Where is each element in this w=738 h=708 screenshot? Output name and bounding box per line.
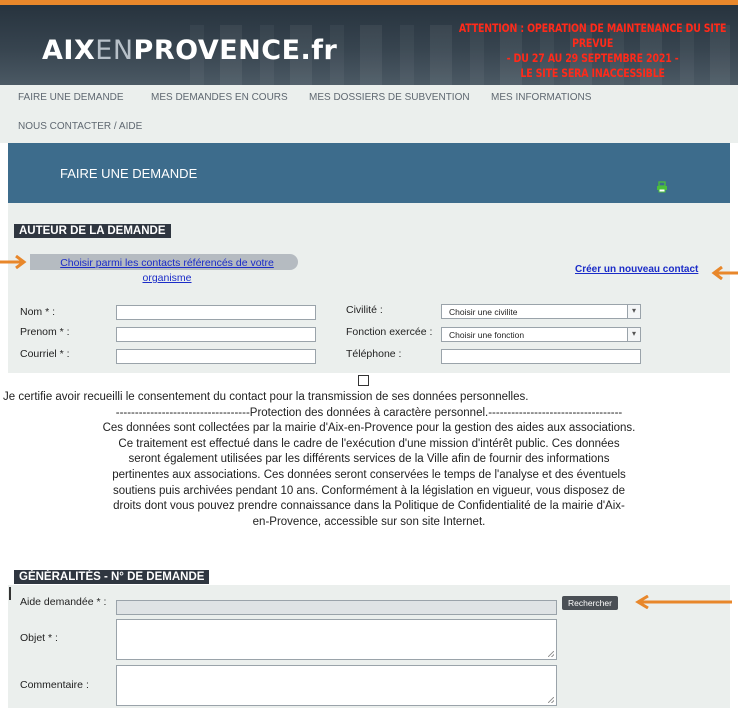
site-banner: AIXENPROVENCE.fr ATTENTION : OPERATION D… [0, 5, 738, 85]
printer-icon[interactable] [656, 181, 668, 193]
fonction-select[interactable]: Choisir une fonction ▾ [441, 327, 641, 342]
civilite-label: Civilité : [346, 304, 383, 316]
consent-line-4: Ce traitement est effectué dans le cadre… [118, 437, 620, 450]
commentaire-textarea[interactable] [116, 665, 557, 706]
generalites-section-title: GÉNÉRALITÉS - N° DE DEMANDE [14, 570, 210, 584]
consent-certify-line: Je certifie avoir recueilli le consentem… [3, 391, 529, 403]
choose-contact-link-line2: organisme [142, 272, 192, 284]
consent-line-7: soutiens puis archivées pendant 10 ans. … [112, 484, 626, 497]
civilite-select[interactable]: Choisir une civilite ▾ [441, 304, 641, 319]
nav-item-mes-informations[interactable]: MES INFORMATIONS [491, 92, 591, 103]
choose-contact-link[interactable]: Choisir parmi les contacts référencés de… [42, 256, 292, 286]
courriel-label: Courriel * : [20, 348, 70, 360]
create-contact-link[interactable]: Créer un nouveau contact [575, 264, 698, 275]
nom-field[interactable] [116, 305, 316, 320]
chevron-down-icon[interactable]: ▾ [627, 305, 640, 318]
prenom-label: Prenom * : [20, 326, 70, 338]
consent-line-5: seront également utilisées par les diffé… [128, 453, 610, 466]
nav-item-contact-aide[interactable]: NOUS CONTACTER / AIDE [18, 121, 142, 132]
maintenance-line-2: - DU 27 AU 29 SEPTEMBRE 2021 - [506, 51, 679, 65]
site-logo[interactable]: AIXENPROVENCE.fr [42, 37, 337, 64]
aide-label: Aide demandée * : [20, 596, 107, 608]
nav-item-dossiers-subvention[interactable]: MES DOSSIERS DE SUBVENTION [309, 92, 470, 103]
arrow-right-icon [0, 255, 27, 269]
objet-label: Objet * : [20, 632, 58, 644]
consent-line-9: en-Provence, accessible sur son site Int… [252, 515, 486, 528]
text-cursor-mark [9, 587, 11, 600]
page-title: FAIRE UNE DEMANDE [60, 166, 198, 181]
nav-item-demandes-en-cours[interactable]: MES DEMANDES EN COURS [151, 92, 288, 103]
choose-contact-link-line1: Choisir parmi les contacts référencés de… [60, 257, 274, 269]
courriel-field[interactable] [116, 349, 316, 364]
resize-grip-icon[interactable] [548, 651, 554, 657]
prenom-field[interactable] [116, 327, 316, 342]
logo-part-aix: AIX [42, 35, 96, 66]
search-button[interactable]: Rechercher [562, 596, 618, 610]
fonction-selected-value: Choisir une fonction [449, 330, 525, 340]
civilite-selected-value: Choisir une civilite [449, 307, 518, 317]
arrow-left-icon [635, 595, 732, 609]
telephone-label: Téléphone : [346, 348, 402, 360]
maintenance-line-1: ATTENTION : OPERATION DE MAINTENANCE DU … [458, 21, 727, 50]
commentaire-label: Commentaire : [20, 679, 89, 691]
consent-line-3: Ces données sont collectées par la mairi… [102, 422, 636, 435]
objet-textarea[interactable] [116, 619, 557, 660]
resize-grip-icon[interactable] [548, 697, 554, 703]
consent-line-6: pertinentes aux associations. Ces donnée… [112, 468, 626, 481]
fonction-label: Fonction exercée : [346, 326, 433, 338]
nav-item-faire-demande[interactable]: FAIRE UNE DEMANDE [18, 92, 124, 103]
maintenance-notice: ATTENTION : OPERATION DE MAINTENANCE DU … [453, 21, 732, 81]
consent-line-8: droits dont vous pouvez prendre connaiss… [113, 500, 625, 513]
logo-part-provence: PROVENCE.fr [133, 35, 338, 66]
maintenance-line-3: LE SITE SERA INACCESSIBLE [520, 66, 665, 80]
telephone-field[interactable] [441, 349, 641, 364]
nom-label: Nom * : [20, 306, 56, 318]
consent-line-2: -----------------------------------Prote… [115, 406, 623, 419]
chevron-down-icon[interactable]: ▾ [627, 328, 640, 341]
main-nav: FAIRE UNE DEMANDE MES DEMANDES EN COURS … [0, 85, 738, 143]
auteur-section-title: AUTEUR DE LA DEMANDE [14, 224, 171, 238]
arrow-left-icon [711, 266, 738, 280]
consent-checkbox[interactable] [358, 375, 369, 386]
aide-field[interactable] [116, 600, 557, 615]
logo-part-en: EN [95, 35, 134, 66]
page-header-bar: FAIRE UNE DEMANDE [8, 143, 730, 203]
consent-text-block: Je certifie avoir recueilli le consentem… [0, 390, 738, 530]
